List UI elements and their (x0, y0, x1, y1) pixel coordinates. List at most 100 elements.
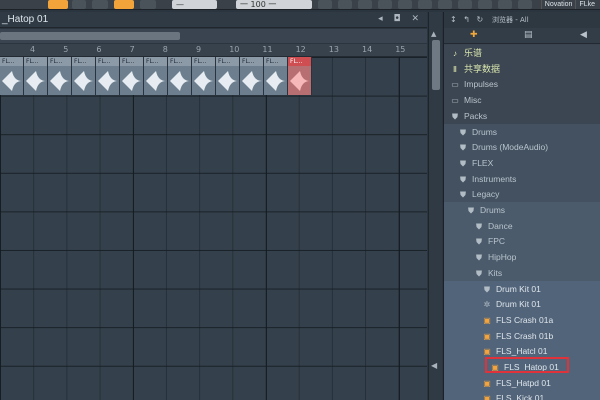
browser-item[interactable]: ▣ FLS_Kick 01 (444, 390, 600, 400)
pack-icon: ⛊ (476, 237, 482, 247)
playlist-vertical-scrollbar[interactable]: ▲ ◀ (428, 12, 442, 400)
toolbar-button[interactable] (378, 0, 392, 9)
browser-item[interactable]: ⛊ Packs (444, 107, 600, 124)
browser-item[interactable]: ⛊ Instruments (444, 170, 600, 187)
browser-item[interactable]: ▣ FLS Crash 01a (444, 311, 600, 328)
wave-icon: ▣ (483, 331, 491, 341)
audio-clip[interactable]: FL... (264, 57, 288, 95)
audio-clip[interactable]: FL... (48, 57, 72, 95)
browser-item[interactable]: ▭ Impulses (444, 76, 600, 93)
browser-nav-icons[interactable]: ↕ ↰ ↻ (450, 15, 485, 24)
browser-item[interactable]: ⛊ Drum Kit 01 (444, 280, 600, 297)
ruler-tick: 4 (30, 45, 36, 54)
pack-icon: ⛊ (460, 127, 466, 137)
note-icon: ♪ (453, 49, 457, 58)
scroll-up-icon[interactable]: ▲ (431, 30, 436, 38)
clip-label: FL... (24, 57, 47, 66)
browser-item[interactable]: ▣ FLS Crash 01b (444, 327, 600, 344)
browser-tools: ✚ ▤ ◀ (444, 28, 600, 44)
pack-icon: ⛊ (460, 143, 466, 153)
ruler-tick: 13 (328, 45, 339, 54)
audio-clip[interactable]: FL... (0, 57, 24, 95)
scrollbar-thumb[interactable] (432, 40, 440, 90)
document-icon[interactable]: ▤ (524, 30, 533, 40)
audio-clip[interactable]: FL... (72, 57, 96, 95)
browser-item[interactable]: ⛊ Kits (444, 264, 600, 281)
toolbar-button[interactable] (338, 0, 352, 9)
browser-item[interactable]: ⛊ HipHop (444, 249, 600, 266)
top-toolbar: — 一 100 一 Novation FLke (0, 0, 600, 10)
audio-clip[interactable]: FL... (168, 57, 192, 95)
playlist-horizontal-scrollbar[interactable] (0, 29, 427, 43)
browser-item[interactable]: Ⅱ 共享数据 (444, 60, 600, 77)
browser-item[interactable]: ⛊ FLEX (444, 154, 600, 171)
browser-item-label: Drum Kit 01 (496, 299, 541, 310)
toolbar-button[interactable] (498, 0, 512, 9)
toolbar-button[interactable] (318, 0, 332, 9)
ruler-tick: 10 (229, 45, 240, 54)
zoom-handle-icon[interactable]: ◀ (431, 361, 437, 370)
audio-clip[interactable]: FL... (240, 57, 264, 95)
window-controls[interactable]: ◂ ◘ ✕ (378, 14, 423, 24)
browser-item[interactable]: ⛊ Drums (444, 123, 600, 140)
ruler-tick: 14 (362, 45, 373, 54)
browser-item[interactable]: ⛊ Drums (444, 202, 600, 218)
browser-item-label: Packs (464, 110, 488, 121)
toolbar-button[interactable] (458, 0, 472, 9)
flkey-label[interactable]: FLke (575, 0, 598, 9)
toolbar-button[interactable] (140, 0, 156, 9)
clip-label: FL... (120, 57, 143, 66)
browser-item[interactable]: ▭ Misc (444, 92, 600, 109)
toolbar-button[interactable] (92, 0, 108, 9)
browser-item[interactable]: ⛊ Legacy (444, 186, 600, 203)
speaker-icon[interactable]: ◀ (580, 30, 587, 40)
toolbar-button[interactable] (398, 0, 412, 9)
toolbar-button[interactable] (518, 0, 532, 9)
playlist-grid[interactable] (0, 57, 427, 400)
clip-label: FL... (0, 57, 23, 66)
clip-label: FL... (216, 57, 239, 66)
metronome-button[interactable] (114, 0, 134, 9)
audio-clip[interactable]: FL... (192, 57, 216, 95)
waveform-icon (218, 71, 238, 91)
record-button[interactable] (48, 0, 68, 9)
tempo-field[interactable]: 一 100 一 (236, 0, 312, 9)
browser-item-label: Drums (472, 126, 498, 137)
browser-item[interactable]: ⛊ Dance (444, 217, 600, 234)
browser-item-label: FPC (488, 236, 505, 247)
browser-item[interactable]: ✲ Drum Kit 01 (444, 296, 600, 313)
clip-label: FL... (288, 57, 311, 66)
browser-item[interactable]: ⛊ Drums (ModeAudio) (444, 139, 600, 156)
waveform-icon (50, 71, 70, 91)
browser-item[interactable]: ♪ 乐谱 (444, 45, 600, 61)
browser-panel: ↕ ↰ ↻ 浏览器 - All ✚ ▤ ◀ ♪ 乐谱 Ⅱ 共享数据 ▭ Impulses ▭… (443, 12, 600, 400)
browser-header: ↕ ↰ ↻ 浏览器 - All (444, 12, 600, 28)
toolbar-button[interactable] (438, 0, 452, 9)
clip-label: FL... (192, 57, 215, 66)
browser-item[interactable]: ▣ FLS_Hatpd 01 (444, 374, 600, 391)
waveform-icon (146, 71, 166, 91)
novation-label[interactable]: Novation (540, 0, 576, 9)
browser-item-label: FLS Crash 01a (496, 314, 554, 325)
toolbar-button[interactable] (72, 0, 86, 9)
scrollbar-thumb[interactable] (0, 32, 180, 40)
audio-clip[interactable]: FL... (96, 57, 120, 95)
timeline-ruler[interactable]: 4567891011121314151617 (0, 44, 472, 57)
toolbar-button[interactable] (358, 0, 372, 9)
toolbar-button[interactable] (418, 0, 432, 9)
audio-clip[interactable]: FL... (288, 57, 312, 95)
browser-item-label: FLS Crash 01b (496, 330, 554, 341)
waveform-icon (26, 71, 46, 91)
toolbar-button[interactable] (478, 0, 492, 9)
pack-icon: ⛊ (484, 284, 490, 294)
audio-clip[interactable]: FL... (120, 57, 144, 95)
browser-item[interactable]: ⛊ FPC (444, 233, 600, 250)
plugin-filter-icon[interactable]: ✚ (470, 30, 478, 40)
browser-item-label: FLS_Hatcl 01 (496, 346, 548, 357)
audio-clip[interactable]: FL... (144, 57, 168, 95)
audio-clip[interactable]: FL... (24, 57, 48, 95)
pattern-select[interactable]: — (172, 0, 217, 9)
audio-clip[interactable]: FL... (216, 57, 240, 95)
pack-icon: ⛊ (476, 268, 482, 278)
browser-item-label: FLS_Kick 01 (496, 393, 545, 400)
